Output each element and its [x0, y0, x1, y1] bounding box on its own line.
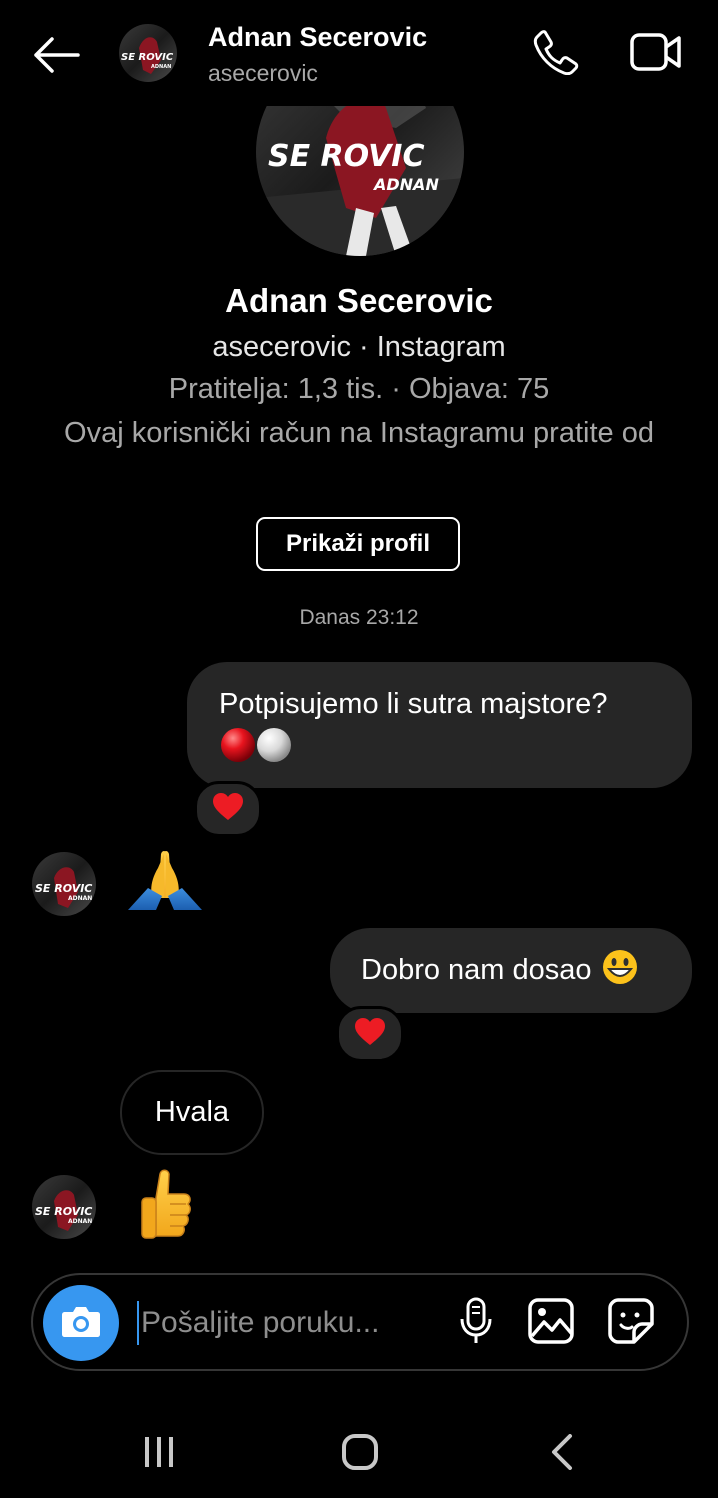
svg-text:ADNAN: ADNAN — [68, 895, 92, 902]
avatar-logo-text: SE ROVIC — [268, 139, 424, 174]
grinning-face-emoji — [602, 949, 638, 993]
header-avatar[interactable]: SE ROVIC ADNAN — [119, 24, 177, 82]
profile-follow-note: Ovaj korisnički račun na Instagramu prat… — [64, 417, 654, 449]
svg-text:ADNAN: ADNAN — [151, 64, 171, 70]
svg-text:ADNAN: ADNAN — [372, 175, 439, 194]
red-heart-icon — [354, 1017, 386, 1051]
header-username[interactable]: asecerovic — [208, 60, 318, 87]
nav-back-icon — [550, 1433, 574, 1475]
phone-icon — [533, 29, 579, 80]
system-navigation-bar — [0, 1410, 718, 1498]
audio-call-button[interactable] — [528, 26, 584, 82]
red-ball-emoji — [219, 726, 293, 773]
header-name[interactable]: Adnan Secerovic — [208, 22, 427, 53]
svg-text:SE ROVIC: SE ROVIC — [121, 52, 174, 63]
back-arrow-icon — [32, 36, 80, 78]
sender-avatar[interactable]: SE ROVIC ADNAN — [32, 1175, 96, 1239]
recent-apps-icon — [142, 1435, 176, 1474]
message-text: Dobro nam dosao — [361, 954, 592, 986]
video-camera-icon — [630, 32, 682, 77]
voice-message-button[interactable] — [453, 1297, 499, 1349]
camera-button[interactable] — [43, 1285, 119, 1361]
view-profile-button[interactable]: Prikaži profil — [256, 517, 460, 571]
sender-avatar[interactable]: SE ROVIC ADNAN — [32, 852, 96, 916]
svg-text:ADNAN: ADNAN — [68, 1218, 92, 1225]
outgoing-message[interactable]: Dobro nam dosao — [330, 928, 692, 1013]
incoming-message[interactable]: Hvala — [120, 1070, 264, 1155]
profile-subtitle: asecerovic · Instagram — [212, 331, 506, 363]
gallery-button[interactable] — [527, 1297, 575, 1349]
thumbs-up-emoji[interactable] — [136, 1168, 192, 1245]
profile-stats: Pratitelja: 1,3 tis. · Objava: 75 — [168, 373, 550, 405]
message-text: Potpisujemo li sutra majstore? — [219, 688, 608, 720]
message-timestamp: Danas 23:12 — [299, 606, 419, 629]
message-input[interactable] — [137, 1301, 421, 1345]
microphone-icon — [458, 1297, 494, 1350]
chat-screen: SE ROVIC ADNAN Adnan Secerovic asecerovi… — [0, 0, 718, 1498]
chat-header: SE ROVIC ADNAN Adnan Secerovic asecerovi… — [0, 0, 718, 106]
reaction-heart[interactable] — [194, 781, 262, 837]
system-back-button[interactable] — [538, 1430, 586, 1478]
sticker-button[interactable] — [607, 1297, 655, 1349]
camera-icon — [61, 1304, 101, 1343]
outgoing-message[interactable]: Potpisujemo li sutra majstore? — [187, 662, 692, 788]
red-heart-icon — [212, 792, 244, 826]
home-button[interactable] — [336, 1430, 384, 1478]
home-icon — [341, 1433, 379, 1476]
message-text: Hvala — [154, 1096, 230, 1128]
gallery-icon — [528, 1297, 574, 1349]
svg-text:SE ROVIC: SE ROVIC — [35, 1205, 92, 1218]
sticker-icon — [608, 1297, 654, 1349]
folded-hands-emoji[interactable] — [128, 848, 202, 917]
svg-text:SE ROVIC: SE ROVIC — [35, 882, 92, 895]
video-call-button[interactable] — [626, 26, 686, 82]
reaction-heart[interactable] — [336, 1006, 404, 1062]
recent-apps-button[interactable] — [136, 1432, 182, 1476]
profile-name: Adnan Secerovic — [225, 282, 493, 319]
back-button[interactable] — [28, 32, 84, 82]
message-composer — [31, 1273, 689, 1371]
